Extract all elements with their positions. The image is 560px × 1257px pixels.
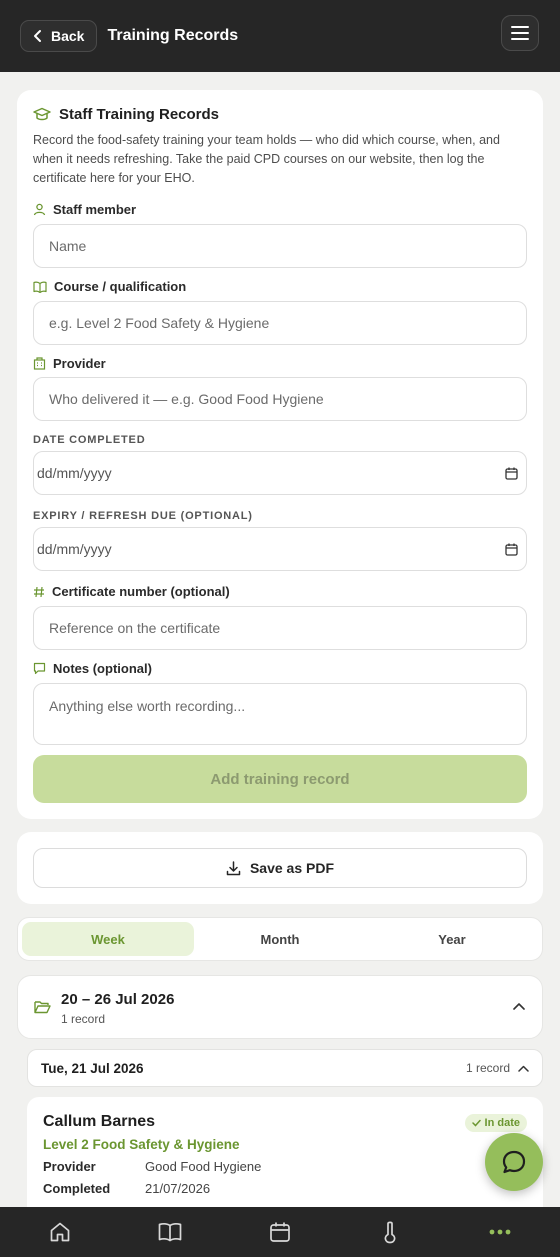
expiry-label: EXPIRY / REFRESH DUE (OPTIONAL) bbox=[33, 510, 253, 522]
calendar-icon bbox=[269, 1221, 291, 1243]
home-icon bbox=[49, 1221, 71, 1243]
provider-input[interactable]: Who delivered it — e.g. Good Food Hygien… bbox=[33, 377, 527, 421]
menu-button[interactable] bbox=[501, 15, 539, 51]
form-header: Staff Training Records bbox=[33, 106, 527, 123]
add-training-record-button[interactable]: Add training record bbox=[33, 755, 527, 803]
nav-training[interactable] bbox=[140, 1207, 200, 1257]
certificate-input[interactable]: Reference on the certificate bbox=[33, 606, 527, 650]
back-button[interactable]: Back bbox=[20, 20, 98, 52]
week-range: 20 – 26 Jul 2026 bbox=[61, 991, 175, 1008]
chevron-up-icon[interactable] bbox=[518, 1065, 529, 1072]
record-staff-name: Callum Barnes bbox=[43, 1113, 156, 1130]
course-label: Course / qualification bbox=[33, 279, 186, 294]
page-title: Training Records bbox=[107, 27, 239, 44]
book-icon bbox=[158, 1222, 182, 1242]
graduation-cap-icon bbox=[33, 107, 51, 123]
hamburger-icon bbox=[511, 26, 529, 40]
day-group-header[interactable]: Tue, 21 Jul 2026 1 record bbox=[27, 1049, 543, 1087]
date-completed-input[interactable]: dd/mm/yyyy bbox=[33, 451, 527, 495]
calendar-icon[interactable] bbox=[505, 543, 518, 556]
staff-label: Staff member bbox=[33, 202, 136, 217]
nav-more[interactable] bbox=[470, 1207, 530, 1257]
day-record-count: 1 record bbox=[465, 1061, 510, 1075]
record-course: Level 2 Food Safety & Hygiene bbox=[43, 1137, 240, 1152]
pdf-card: Save as PDF bbox=[17, 832, 543, 904]
book-open-icon bbox=[33, 281, 47, 293]
record-completed-row: Completed 21/07/2026 bbox=[43, 1181, 211, 1196]
period-segmented-control: Week Month Year bbox=[17, 917, 543, 961]
segment-year[interactable]: Year bbox=[366, 922, 538, 956]
check-icon bbox=[471, 1119, 481, 1127]
save-pdf-button[interactable]: Save as PDF bbox=[33, 848, 527, 888]
training-form-card: Staff Training Records Record the food-s… bbox=[17, 90, 543, 819]
chevron-left-icon bbox=[31, 29, 45, 43]
notes-input[interactable]: Anything else worth recording... bbox=[33, 683, 527, 745]
calendar-icon[interactable] bbox=[505, 467, 518, 480]
nav-calendar[interactable] bbox=[250, 1207, 310, 1257]
download-icon bbox=[226, 860, 241, 876]
week-group-header[interactable]: 20 – 26 Jul 2026 1 record bbox=[17, 975, 543, 1039]
chat-bubble-icon bbox=[33, 662, 46, 675]
day-title: Tue, 21 Jul 2026 bbox=[41, 1060, 144, 1076]
status-badge: In date bbox=[464, 1114, 527, 1132]
thermometer-icon bbox=[383, 1220, 397, 1244]
week-record-count: 1 record bbox=[61, 1012, 106, 1026]
expiry-input[interactable]: dd/mm/yyyy bbox=[33, 527, 527, 571]
person-icon bbox=[33, 203, 46, 216]
more-icon bbox=[489, 1229, 511, 1235]
segment-week[interactable]: Week bbox=[22, 922, 194, 956]
chat-fab-button[interactable] bbox=[485, 1133, 543, 1191]
provider-label: Provider bbox=[33, 356, 106, 371]
nav-home[interactable] bbox=[30, 1207, 90, 1257]
form-title: Staff Training Records bbox=[59, 106, 220, 123]
bottom-nav bbox=[0, 1207, 560, 1257]
building-icon bbox=[33, 357, 46, 370]
hash-icon bbox=[33, 586, 45, 598]
back-label: Back bbox=[51, 28, 85, 44]
form-intro: Record the food-safety training your tea… bbox=[33, 133, 500, 185]
date-completed-label: DATE COMPLETED bbox=[33, 434, 146, 446]
staff-input[interactable]: Name bbox=[33, 224, 527, 268]
chat-icon bbox=[501, 1149, 527, 1175]
segment-month[interactable]: Month bbox=[194, 922, 366, 956]
nav-temperature[interactable] bbox=[360, 1207, 420, 1257]
notes-label: Notes (optional) bbox=[33, 661, 152, 676]
top-bar: Back Training Records bbox=[0, 0, 560, 72]
chevron-up-icon[interactable] bbox=[513, 1002, 525, 1010]
record-provider-row: Provider Good Food Hygiene bbox=[43, 1159, 262, 1174]
training-record-card[interactable]: Callum Barnes Level 2 Food Safety & Hygi… bbox=[27, 1097, 543, 1217]
certificate-label: Certificate number (optional) bbox=[33, 584, 230, 599]
course-input[interactable]: e.g. Level 2 Food Safety & Hygiene bbox=[33, 301, 527, 345]
folder-open-icon bbox=[34, 1000, 51, 1014]
